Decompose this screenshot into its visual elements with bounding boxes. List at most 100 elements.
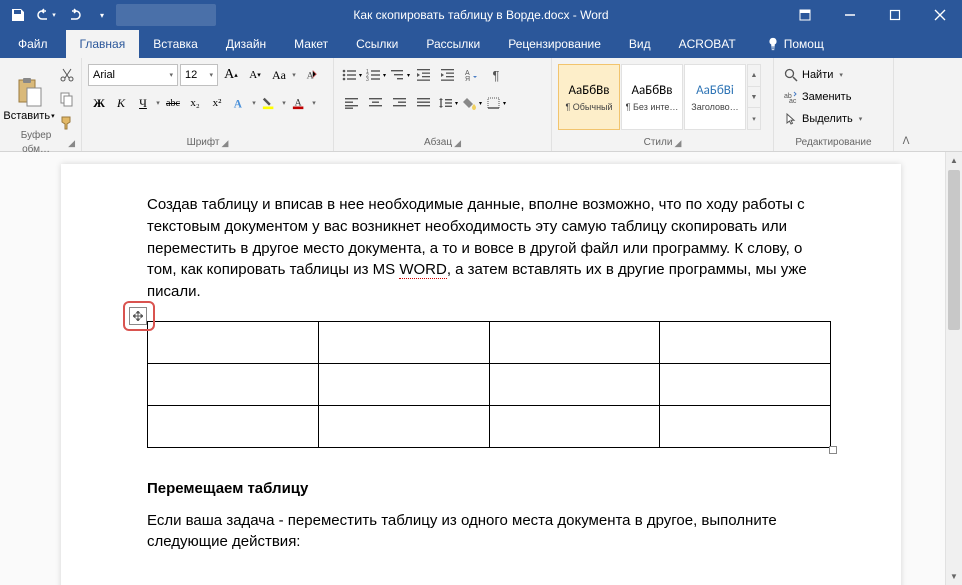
table-cell[interactable] [318, 321, 489, 363]
copy-button[interactable] [56, 88, 78, 110]
font-size-combo[interactable]: 12▾ [180, 64, 218, 86]
clear-formatting-button[interactable]: A [300, 64, 322, 86]
styles-scroll-up[interactable]: ▲ [748, 65, 760, 87]
redo-button[interactable] [60, 1, 88, 29]
table-row[interactable] [148, 363, 831, 405]
account-info[interactable] [116, 4, 216, 26]
table-cell[interactable] [660, 405, 831, 447]
tab-design[interactable]: Дизайн [212, 30, 280, 58]
align-center-button[interactable] [364, 92, 388, 114]
line-spacing-icon [438, 96, 454, 110]
paragraph-launcher[interactable]: ◢ [454, 136, 461, 150]
bold-button[interactable]: Ж [88, 92, 110, 114]
table-resize-handle[interactable] [829, 446, 837, 454]
tab-view[interactable]: Вид [615, 30, 665, 58]
grow-font-button[interactable]: A▴ [220, 64, 242, 86]
text-effects-button[interactable]: A [228, 92, 250, 114]
text-effects-icon: A [232, 96, 246, 110]
multilevel-button[interactable]: ▾ [388, 64, 412, 86]
show-marks-button[interactable]: ¶ [484, 64, 508, 86]
bullets-button[interactable]: ▾ [340, 64, 364, 86]
misspell-word[interactable]: WORD [399, 261, 447, 279]
table-row[interactable] [148, 321, 831, 363]
highlight-button[interactable] [258, 92, 280, 114]
sort-button[interactable]: AЯ [460, 64, 484, 86]
paragraph-1[interactable]: Создав таблицу и вписав в нее необходимы… [147, 194, 831, 303]
table-cell[interactable] [489, 363, 660, 405]
decrease-indent-button[interactable] [412, 64, 436, 86]
save-button[interactable] [4, 1, 32, 29]
shrink-font-button[interactable]: A▾ [244, 64, 266, 86]
table-cell[interactable] [318, 363, 489, 405]
align-right-button[interactable] [388, 92, 412, 114]
tab-home[interactable]: Главная [66, 30, 140, 58]
table-container [147, 321, 831, 448]
tab-acrobat[interactable]: ACROBAT [665, 30, 750, 58]
cut-button[interactable] [56, 64, 78, 86]
table-cell[interactable] [660, 363, 831, 405]
style-normal[interactable]: АаБбВв ¶ Обычный [558, 64, 620, 130]
table-cell[interactable] [148, 363, 319, 405]
table-cell[interactable] [148, 405, 319, 447]
style-heading1[interactable]: АаБбВі Заголово… [684, 64, 746, 130]
borders-button[interactable]: ▾ [484, 92, 508, 114]
tab-review[interactable]: Рецензирование [494, 30, 615, 58]
document-table[interactable] [147, 321, 831, 448]
styles-launcher[interactable]: ◢ [674, 136, 681, 150]
table-cell[interactable] [660, 321, 831, 363]
table-cell[interactable] [489, 321, 660, 363]
minimize-button[interactable] [827, 0, 872, 30]
tell-me-search[interactable]: Помощ [750, 30, 824, 58]
strikethrough-button[interactable]: abc [162, 92, 184, 114]
line-spacing-button[interactable]: ▾ [436, 92, 460, 114]
align-center-icon [368, 96, 384, 110]
styles-scroll-down[interactable]: ▼ [748, 87, 760, 109]
italic-button[interactable]: К [110, 92, 132, 114]
subscript-button[interactable]: x₂ [184, 92, 206, 114]
table-cell[interactable] [318, 405, 489, 447]
find-label: Найти [802, 69, 833, 81]
font-color-button[interactable]: A [288, 92, 310, 114]
find-button[interactable]: Найти▾ [780, 64, 847, 86]
scroll-up-button[interactable]: ▲ [946, 152, 962, 169]
document-area: Создав таблицу и вписав в нее необходимы… [0, 152, 962, 585]
maximize-button[interactable] [872, 0, 917, 30]
tab-mailings[interactable]: Рассылки [412, 30, 494, 58]
undo-button[interactable]: ▾ [32, 1, 60, 29]
ribbon-options-button[interactable] [782, 0, 827, 30]
styles-expand[interactable]: ▾ [748, 108, 760, 129]
superscript-button[interactable]: x² [206, 92, 228, 114]
heading-2[interactable]: Перемещаем таблицу [147, 478, 831, 500]
close-button[interactable] [917, 0, 962, 30]
table-cell[interactable] [148, 321, 319, 363]
clipboard-launcher[interactable]: ◢ [68, 136, 75, 150]
underline-button[interactable]: Ч [132, 92, 154, 114]
style-no-spacing[interactable]: АаБбВв ¶ Без инте… [621, 64, 683, 130]
shading-button[interactable]: ▾ [460, 92, 484, 114]
font-name-combo[interactable]: Arial▾ [88, 64, 178, 86]
replace-button[interactable]: abac Заменить [780, 86, 855, 108]
align-left-button[interactable] [340, 92, 364, 114]
tab-references[interactable]: Ссылки [342, 30, 412, 58]
table-row[interactable] [148, 405, 831, 447]
numbering-button[interactable]: 123▾ [364, 64, 388, 86]
vertical-scrollbar: ▲ ▼ [945, 152, 962, 585]
select-button[interactable]: Выделить▾ [780, 108, 866, 130]
table-move-handle[interactable] [129, 307, 147, 325]
document-page[interactable]: Создав таблицу и вписав в нее необходимы… [61, 164, 901, 585]
justify-button[interactable] [412, 92, 436, 114]
scroll-thumb[interactable] [948, 170, 960, 330]
scroll-down-button[interactable]: ▼ [946, 568, 962, 585]
paragraph-2[interactable]: Если ваша задача - переместить таблицу и… [147, 510, 831, 554]
paste-button[interactable]: Вставить▾ [6, 64, 52, 134]
tab-file[interactable]: Файл [0, 30, 66, 58]
tab-insert[interactable]: Вставка [139, 30, 212, 58]
tab-layout[interactable]: Макет [280, 30, 342, 58]
ribbon-collapse-button[interactable]: ᐱ [894, 58, 918, 151]
group-styles: АаБбВв ¶ Обычный АаБбВв ¶ Без инте… АаБб… [552, 58, 774, 151]
qat-customize-button[interactable]: ▾ [88, 1, 116, 29]
change-case-button[interactable]: Aa [268, 64, 290, 86]
increase-indent-button[interactable] [436, 64, 460, 86]
table-cell[interactable] [489, 405, 660, 447]
font-launcher[interactable]: ◢ [221, 136, 228, 150]
